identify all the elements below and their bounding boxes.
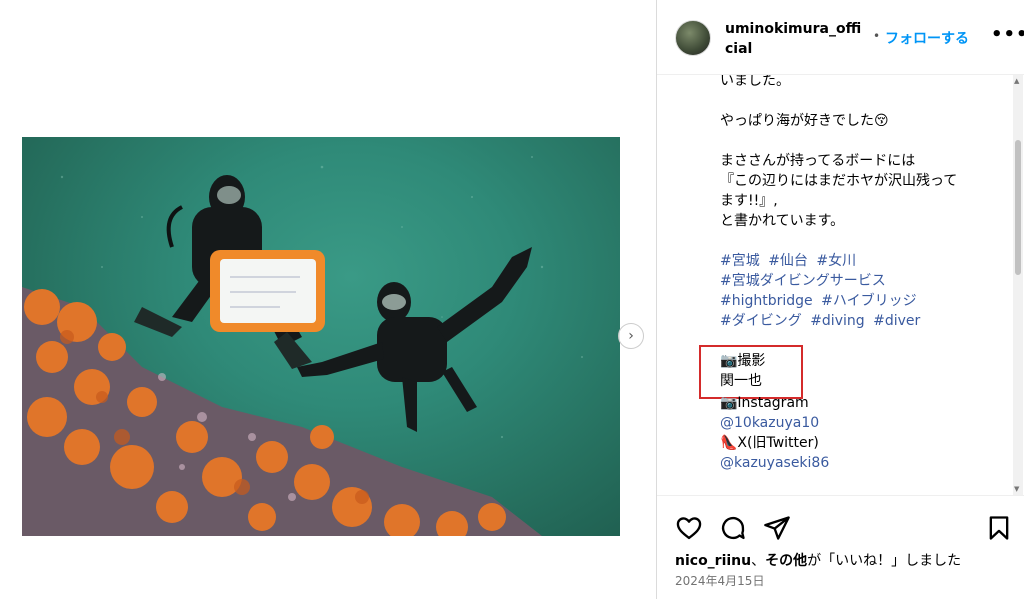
caption-line: と書かれています。: [720, 213, 845, 229]
post-date[interactable]: 2024年4月15日: [675, 572, 764, 589]
caption-line: ます!!』,: [720, 193, 778, 209]
hashtag-link[interactable]: #ダイビング: [720, 313, 802, 329]
like-text: が「いいね！」しました: [807, 553, 962, 569]
post-header: uminokimura_official • フォローする •••: [657, 0, 1024, 75]
separator-dot: •: [873, 29, 881, 43]
heart-icon[interactable]: [675, 514, 703, 542]
post-actions: nico_riinu、その他が「いいね！」しました 2024年4月15日: [657, 495, 1024, 599]
hashtag-link[interactable]: #宮城ダイビングサービス: [720, 273, 886, 289]
scroll-up-icon[interactable]: ▲: [1014, 77, 1019, 85]
hashtag-row: #宮城ダイビングサービス: [720, 271, 886, 291]
caption-scrollbar[interactable]: ▲ ▼: [1013, 75, 1023, 495]
username[interactable]: uminokimura_official: [725, 19, 867, 59]
bookmark-icon[interactable]: [985, 514, 1013, 542]
more-options-icon[interactable]: •••: [991, 24, 1024, 45]
hashtag-link[interactable]: #宮城: [720, 253, 760, 269]
hashtag-row: #ダイビング #diving #diver: [720, 311, 920, 331]
likes-summary: nico_riinu、その他が「いいね！」しました: [675, 550, 961, 570]
share-icon[interactable]: [763, 514, 791, 542]
hashtag-link[interactable]: #ハイブリッジ: [821, 293, 916, 309]
others-link[interactable]: その他: [765, 553, 807, 569]
hashtag-link[interactable]: #diving: [810, 313, 864, 329]
underwater-scene: [22, 156, 583, 536]
hashtag-row: #hightbridge #ハイブリッジ: [720, 291, 917, 311]
post-side-panel: uminokimura_official • フォローする ••• いました。 …: [656, 0, 1024, 599]
caption-line: いました。: [720, 75, 790, 89]
liker-separator: 、: [751, 553, 766, 569]
liker-username[interactable]: nico_riinu: [675, 553, 751, 569]
whiteboard: [210, 250, 325, 332]
next-image-button[interactable]: ›: [618, 323, 644, 349]
media-pane: ›: [0, 0, 656, 599]
highlight-box: [699, 345, 803, 399]
x-twitter-label: 👠X(旧Twitter): [720, 435, 819, 451]
hashtag-link[interactable]: #仙台: [768, 253, 808, 269]
caption: いました。 やっぱり海が好きでした😚 まささんが持ってるボードには 『この辺りに…: [657, 75, 1013, 495]
caption-line: 『この辺りにはまだホヤが沢山残って: [720, 173, 958, 189]
caption-line: まささんが持ってるボードには: [720, 153, 916, 169]
post-photo[interactable]: [22, 137, 620, 536]
scroll-thumb[interactable]: [1015, 140, 1021, 275]
caption-line: やっぱり海が好きでした😚: [720, 113, 889, 129]
hashtag-row: #宮城 #仙台 #女川: [720, 251, 856, 271]
diver-right: [297, 247, 532, 432]
hashtag-link[interactable]: #diver: [873, 313, 920, 329]
scroll-down-icon[interactable]: ▼: [1014, 485, 1019, 493]
instagram-label: 📷Instagram: [720, 395, 809, 411]
instagram-handle-link[interactable]: @10kazuya10: [720, 413, 819, 433]
comment-icon[interactable]: [719, 514, 747, 542]
x-handle-link[interactable]: @kazuyaseki86: [720, 453, 829, 473]
hashtag-link[interactable]: #hightbridge: [720, 293, 813, 309]
follow-button[interactable]: フォローする: [885, 28, 969, 48]
avatar[interactable]: [675, 20, 711, 56]
hashtag-link[interactable]: #女川: [816, 253, 856, 269]
